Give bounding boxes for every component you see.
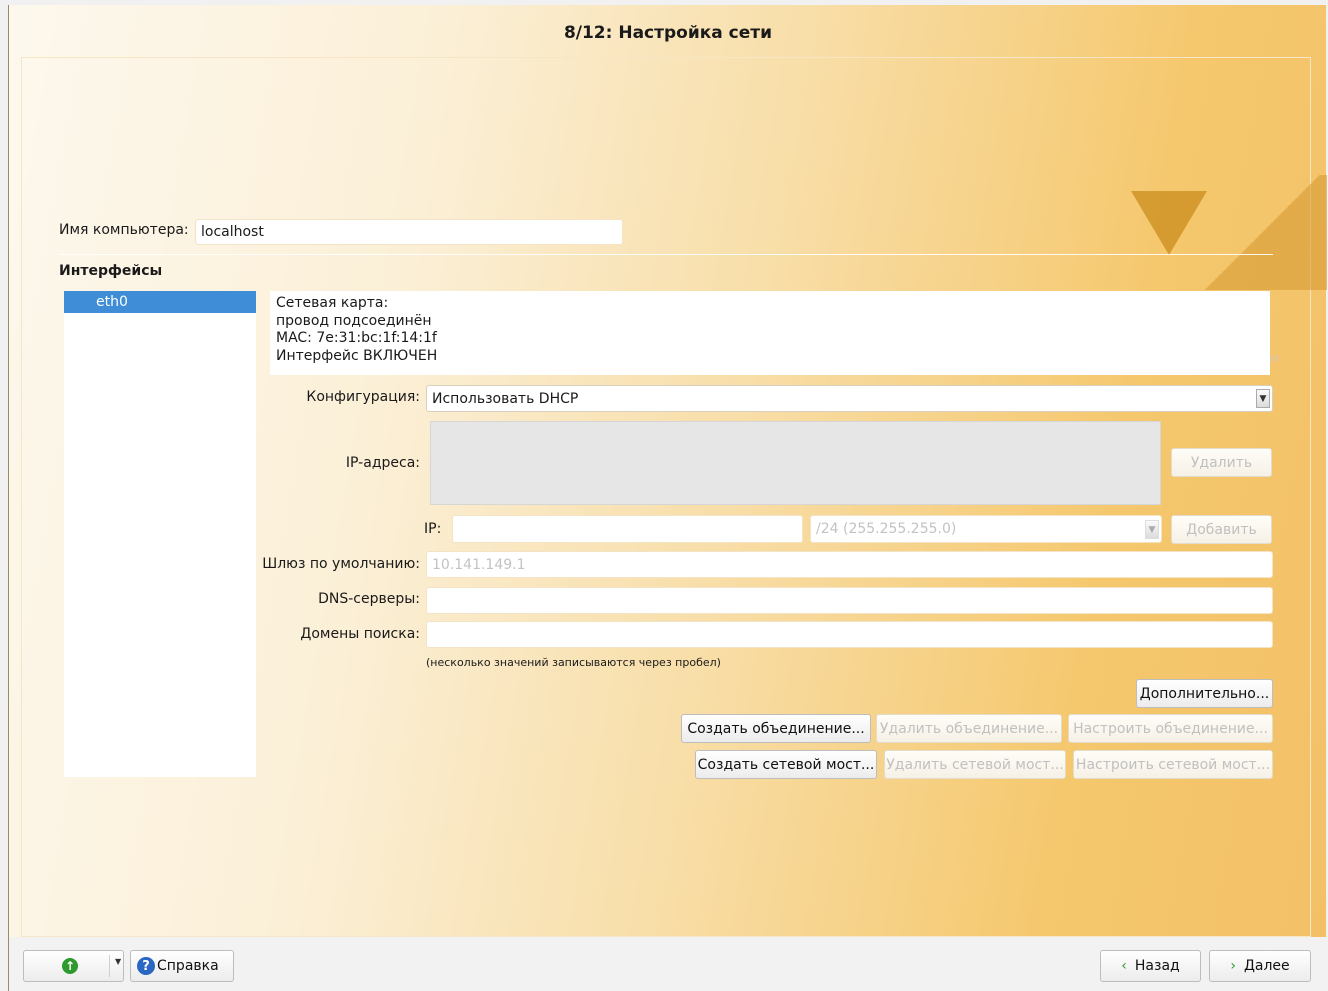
back-button-label: Назад <box>1134 958 1180 974</box>
add-ip-button[interactable]: Добавить <box>1171 515 1272 544</box>
interfaces-heading: Интерфейсы <box>59 263 163 279</box>
installer-window: 8/12: Настройка сети Имя компьютера: loc… <box>8 5 1327 991</box>
dns-label: DNS-серверы: <box>318 591 420 607</box>
info-line: Сетевая карта: <box>276 295 389 311</box>
next-button[interactable]: › Далее <box>1209 950 1311 982</box>
decor-shape <box>1197 175 1327 290</box>
chevron-down-icon[interactable]: ▼ <box>1145 520 1159 539</box>
interface-info: Сетевая карта: провод подсоединён MAC: 7… <box>270 291 1270 375</box>
hostname-input[interactable]: localhost <box>195 219 623 245</box>
button-divider <box>109 955 110 977</box>
delete-ip-button[interactable]: Удалить <box>1171 448 1272 477</box>
ip-address-list[interactable] <box>430 421 1161 505</box>
create-bridge-button[interactable]: Создать сетевой мост... <box>695 750 877 779</box>
config-select-value: Использовать DHCP <box>432 390 579 407</box>
netmask-select-value: /24 (255.255.255.0) <box>816 521 957 537</box>
gateway-label: Шлюз по умолчанию: <box>262 556 420 572</box>
hint-text: (несколько значений записываются через п… <box>426 656 721 669</box>
config-select[interactable]: Использовать DHCP ▼ <box>426 385 1273 412</box>
divider <box>59 254 1273 255</box>
configure-bridge-button[interactable]: Настроить сетевой мост... <box>1073 750 1273 779</box>
ip-list-label: IP-адреса: <box>345 455 420 471</box>
help-button[interactable]: ? Справка <box>130 950 234 982</box>
decor-triangle <box>1131 191 1207 255</box>
gateway-input[interactable]: 10.141.149.1 <box>426 551 1273 578</box>
tools-menu-button[interactable]: ↑ ▼ <box>23 950 124 982</box>
arrow-up-icon: ↑ <box>62 958 78 974</box>
hostname-label: Имя компьютера: <box>59 222 189 238</box>
delete-bond-button[interactable]: Удалить объединение... <box>876 714 1062 743</box>
next-button-label: Далее <box>1243 958 1290 974</box>
delete-bridge-button[interactable]: Удалить сетевой мост... <box>884 750 1066 779</box>
help-button-label: Справка <box>157 958 219 974</box>
chevron-down-icon[interactable]: ▼ <box>1256 389 1270 408</box>
search-domains-label: Домены поиска: <box>300 626 420 642</box>
dns-input[interactable] <box>426 587 1273 614</box>
info-line: MAC: 7e:31:bc:1f:14:1f <box>276 330 437 346</box>
chevron-right-icon: › <box>1230 958 1236 974</box>
advanced-button[interactable]: Дополнительно... <box>1136 679 1273 708</box>
search-domains-input[interactable] <box>426 621 1273 648</box>
info-line: Интерфейс ВКЛЮЧЕН <box>276 347 438 364</box>
page-title: 8/12: Настройка сети <box>563 23 773 43</box>
config-label: Конфигурация: <box>306 389 420 405</box>
help-icon: ? <box>137 957 155 975</box>
chevron-left-icon: ‹ <box>1121 958 1127 974</box>
configure-bond-button[interactable]: Настроить объединение... <box>1068 714 1273 743</box>
interfaces-list[interactable]: eth0 <box>64 291 256 777</box>
interface-item-eth0[interactable]: eth0 <box>64 291 256 313</box>
netmask-select[interactable]: /24 (255.255.255.0) ▼ <box>810 515 1162 543</box>
chevron-down-icon[interactable]: ▼ <box>115 957 121 966</box>
info-line: провод подсоединён <box>276 312 432 329</box>
create-bond-button[interactable]: Создать объединение... <box>681 714 871 743</box>
ip-label: IP: <box>424 521 442 537</box>
ip-input[interactable] <box>452 515 803 543</box>
back-button[interactable]: ‹ Назад <box>1100 950 1201 982</box>
